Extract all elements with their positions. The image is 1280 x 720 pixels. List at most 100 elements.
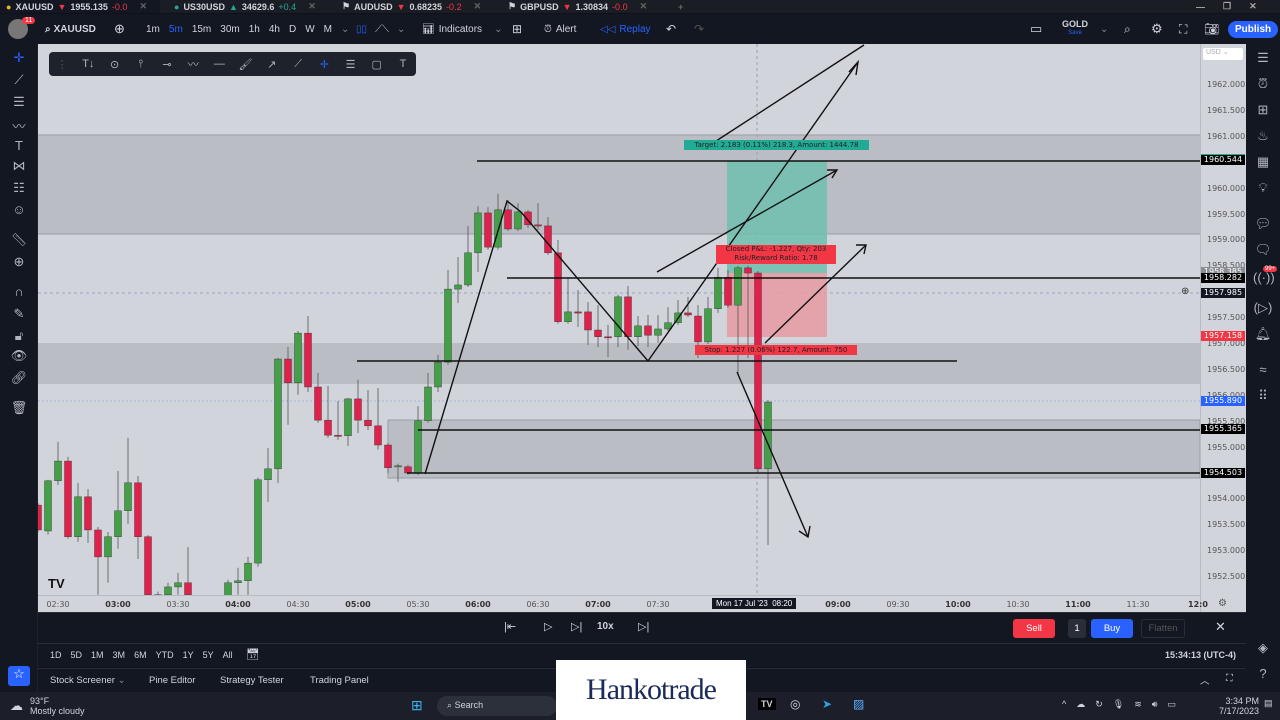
- tab-xauusd[interactable]: ● XAUUSD ▼ 1955.135 -0.0 ✕: [0, 0, 160, 13]
- close-tab-icon[interactable]: ✕: [139, 1, 147, 12]
- jump-to-realtime-icon[interactable]: ▷|: [638, 620, 649, 633]
- layouts-grid-icon[interactable]: ⊞: [512, 14, 522, 44]
- replay-speed[interactable]: 10x: [597, 621, 614, 632]
- range-5y[interactable]: 5Y: [203, 650, 214, 660]
- chevron-down-icon[interactable]: ⌄: [1100, 14, 1108, 44]
- maximize-panel-icon[interactable]: ⛶: [1226, 673, 1233, 684]
- pattern-icon[interactable]: 〰: [8, 116, 30, 136]
- sync-icon[interactable]: ↻: [1095, 699, 1103, 710]
- lock-icon[interactable]: 🔓︎: [8, 328, 30, 348]
- magnet-icon[interactable]: ∩: [8, 284, 30, 304]
- ruler-icon[interactable]: 📏︎: [8, 232, 30, 252]
- volume-icon[interactable]: 🔊︎: [1152, 699, 1158, 710]
- horizontal-ray-icon[interactable]: ⊸: [154, 58, 180, 71]
- interval-15m[interactable]: 15m: [192, 24, 211, 35]
- taskbar-clock[interactable]: 3:34 PM 7/17/2023: [1219, 696, 1259, 716]
- currency-select[interactable]: USD ⌄: [1203, 48, 1243, 60]
- calendar-icon[interactable]: ▦: [1253, 154, 1273, 170]
- layers-icon[interactable]: ◈: [1253, 640, 1273, 656]
- price-chart[interactable]: Target: 2.183 (0.11%) 218.3, Amount: 144…: [38, 44, 1200, 595]
- help-icon[interactable]: ?: [1253, 666, 1273, 681]
- close-window-icon[interactable]: ✕: [1249, 1, 1257, 12]
- mic-icon[interactable]: 🎙︎: [1113, 699, 1124, 710]
- text-icon[interactable]: T: [8, 138, 30, 158]
- forecast-icon[interactable]: ☷: [8, 180, 30, 200]
- tab-stock-screener[interactable]: Stock Screener ⌄: [50, 675, 126, 686]
- indicators-button[interactable]: 📊︎ Indicators ⌄: [422, 14, 502, 44]
- quantity-field[interactable]: 1: [1068, 619, 1086, 638]
- goto-date-icon[interactable]: 📅︎: [246, 648, 260, 661]
- fullscreen-icon[interactable]: ⛶: [1179, 14, 1187, 44]
- streams-icon[interactable]: ((·)) 99+: [1253, 266, 1278, 285]
- range-3m[interactable]: 3M: [113, 650, 126, 660]
- range-1d[interactable]: 1D: [50, 650, 62, 660]
- camera-icon[interactable]: 📷︎: [1204, 14, 1219, 44]
- emoji-icon[interactable]: ☺: [8, 202, 30, 222]
- trendline[interactable]: [712, 44, 865, 144]
- fib-retracement-icon[interactable]: ☰: [8, 94, 30, 114]
- flatten-button[interactable]: Flatten: [1141, 619, 1185, 638]
- battery-icon[interactable]: ▭: [1167, 699, 1176, 710]
- close-replay-icon[interactable]: ✕: [1215, 619, 1226, 635]
- range-1y[interactable]: 1Y: [183, 650, 194, 660]
- maximize-icon[interactable]: ❐: [1223, 1, 1231, 12]
- eye-icon[interactable]: 👁︎: [8, 348, 30, 368]
- broadcast-icon[interactable]: (▷): [1253, 300, 1273, 316]
- tray-chevron-icon[interactable]: ^: [1062, 699, 1066, 710]
- horizontal-line-icon[interactable]: —: [206, 58, 232, 70]
- notification-icon[interactable]: ▤: [1264, 698, 1273, 709]
- taskbar-search[interactable]: ⌕ Search: [437, 696, 557, 716]
- sell-button[interactable]: Sell: [1013, 619, 1055, 638]
- alarm-clock-icon[interactable]: ⏰︎: [1253, 76, 1273, 92]
- interval-1h[interactable]: 1h: [249, 24, 260, 35]
- time-axis[interactable]: 02:30 03:00 03:30 04:00 04:30 05:00 05:30 06:00…: [38, 595, 1227, 612]
- text-anchor-icon[interactable]: T↓: [75, 58, 101, 70]
- network-icon[interactable]: ☁: [1076, 699, 1085, 710]
- range-6m[interactable]: 6M: [134, 650, 147, 660]
- supply-zone[interactable]: [38, 135, 1200, 234]
- tab-pine-editor[interactable]: Pine Editor: [149, 675, 195, 686]
- trendline-icon[interactable]: ⟋: [285, 58, 311, 71]
- jump-to-start-icon[interactable]: |⇤: [504, 620, 516, 633]
- interval-4h[interactable]: 4h: [269, 24, 280, 35]
- telegram-app-icon[interactable]: ➤: [822, 697, 832, 711]
- zoom-in-icon[interactable]: ⊕: [8, 254, 30, 274]
- close-tab-icon[interactable]: ✕: [474, 1, 482, 12]
- chat-icon[interactable]: 💬︎: [1253, 216, 1273, 232]
- arrow-icon[interactable]: ↗: [259, 58, 285, 71]
- interval-D[interactable]: D: [289, 24, 296, 35]
- xabcd-pattern-icon[interactable]: ⋈: [8, 158, 30, 178]
- quick-search-icon[interactable]: ⌕: [1124, 14, 1131, 44]
- range-ytd[interactable]: YTD: [156, 650, 174, 660]
- vertical-line-icon[interactable]: ⫯: [128, 58, 154, 71]
- new-tab-button[interactable]: +: [672, 0, 683, 13]
- close-tab-icon[interactable]: ✕: [308, 1, 316, 12]
- demand-zone-2[interactable]: [387, 419, 1200, 479]
- add-alert-plus-icon[interactable]: ⊕: [1181, 286, 1189, 297]
- minimize-icon[interactable]: —: [1196, 2, 1205, 12]
- compare-add-icon[interactable]: ⊕: [114, 14, 125, 44]
- range-1m[interactable]: 1M: [91, 650, 104, 660]
- apps-icon[interactable]: ⠿: [1253, 388, 1273, 404]
- interval-30m[interactable]: 30m: [220, 24, 239, 35]
- add-list-icon[interactable]: ⊞: [1253, 102, 1273, 118]
- crosshair-icon[interactable]: ✛: [8, 50, 30, 70]
- hotlist-fire-icon[interactable]: ♨: [1253, 128, 1273, 144]
- settings-gear-icon[interactable]: ⚙: [1151, 14, 1163, 44]
- link-icon[interactable]: 🔗︎: [8, 370, 30, 390]
- undo-icon[interactable]: ↶: [666, 14, 676, 44]
- tab-us30usd[interactable]: ● US30USD ▲ 34629.6 +0.4 ✕: [168, 0, 333, 13]
- photos-app-icon[interactable]: ▨: [853, 697, 864, 711]
- lock-drawing-icon[interactable]: ✎: [8, 306, 30, 326]
- interval-W[interactable]: W: [305, 24, 314, 35]
- notifications-bell-icon[interactable]: 🔔︎: [1253, 326, 1273, 342]
- play-icon[interactable]: ▷: [544, 620, 552, 633]
- text-icon[interactable]: T: [390, 58, 416, 70]
- replay-button[interactable]: ◁◁ Replay: [600, 14, 651, 44]
- wifi-icon[interactable]: ≋: [1134, 699, 1142, 710]
- symbol-search[interactable]: ⌕ XAUUSD: [45, 14, 96, 44]
- cross-line-icon[interactable]: ✛: [311, 58, 337, 71]
- tab-strategy-tester[interactable]: Strategy Tester: [220, 675, 284, 686]
- rectangle-icon[interactable]: ▢: [364, 58, 390, 71]
- chevron-up-icon[interactable]: ︿: [1200, 673, 1210, 687]
